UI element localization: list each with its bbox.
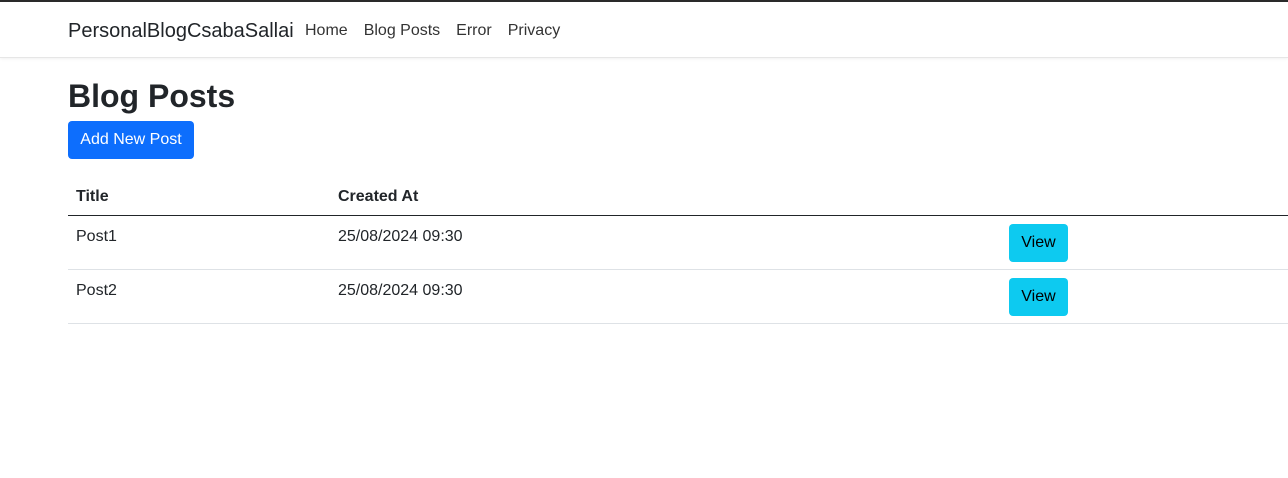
nav-link-blog-posts[interactable]: Blog Posts <box>364 21 440 41</box>
cell-actions: View <box>1001 215 1288 270</box>
view-button[interactable]: View <box>1009 224 1068 262</box>
table-row: Post2 25/08/2024 09:30 View <box>68 269 1288 324</box>
column-header-actions <box>1001 178 1288 216</box>
post-created-at: 25/08/2024 09:30 <box>338 228 463 245</box>
view-button[interactable]: View <box>1009 278 1068 316</box>
nav-link-home[interactable]: Home <box>305 21 348 41</box>
column-header-title: Title <box>68 178 330 216</box>
post-title: Post2 <box>76 282 117 299</box>
cell-title: Post1 <box>68 215 330 270</box>
table-header-row: Title Created At <box>68 178 1288 216</box>
cell-title: Post2 <box>68 269 330 324</box>
navbar: PersonalBlogCsabaSallai Home Blog Posts … <box>0 2 1288 58</box>
nav-link-privacy[interactable]: Privacy <box>508 21 560 41</box>
add-new-post-button[interactable]: Add New Post <box>68 121 194 159</box>
navbar-brand[interactable]: PersonalBlogCsabaSallai <box>68 19 294 43</box>
column-header-created-at: Created At <box>330 178 1001 216</box>
cell-actions: View <box>1001 269 1288 324</box>
cell-created-at: 25/08/2024 09:30 <box>330 215 1001 270</box>
post-title: Post1 <box>76 228 117 245</box>
cell-created-at: 25/08/2024 09:30 <box>330 269 1001 324</box>
blog-posts-table: Title Created At Post1 25/08/2024 09:30 … <box>68 178 1288 324</box>
page-title: Blog Posts <box>68 78 236 114</box>
table-row: Post1 25/08/2024 09:30 View <box>68 215 1288 270</box>
nav-links: Home Blog Posts Error Privacy <box>305 21 576 41</box>
nav-link-error[interactable]: Error <box>456 21 492 41</box>
post-created-at: 25/08/2024 09:30 <box>338 282 463 299</box>
